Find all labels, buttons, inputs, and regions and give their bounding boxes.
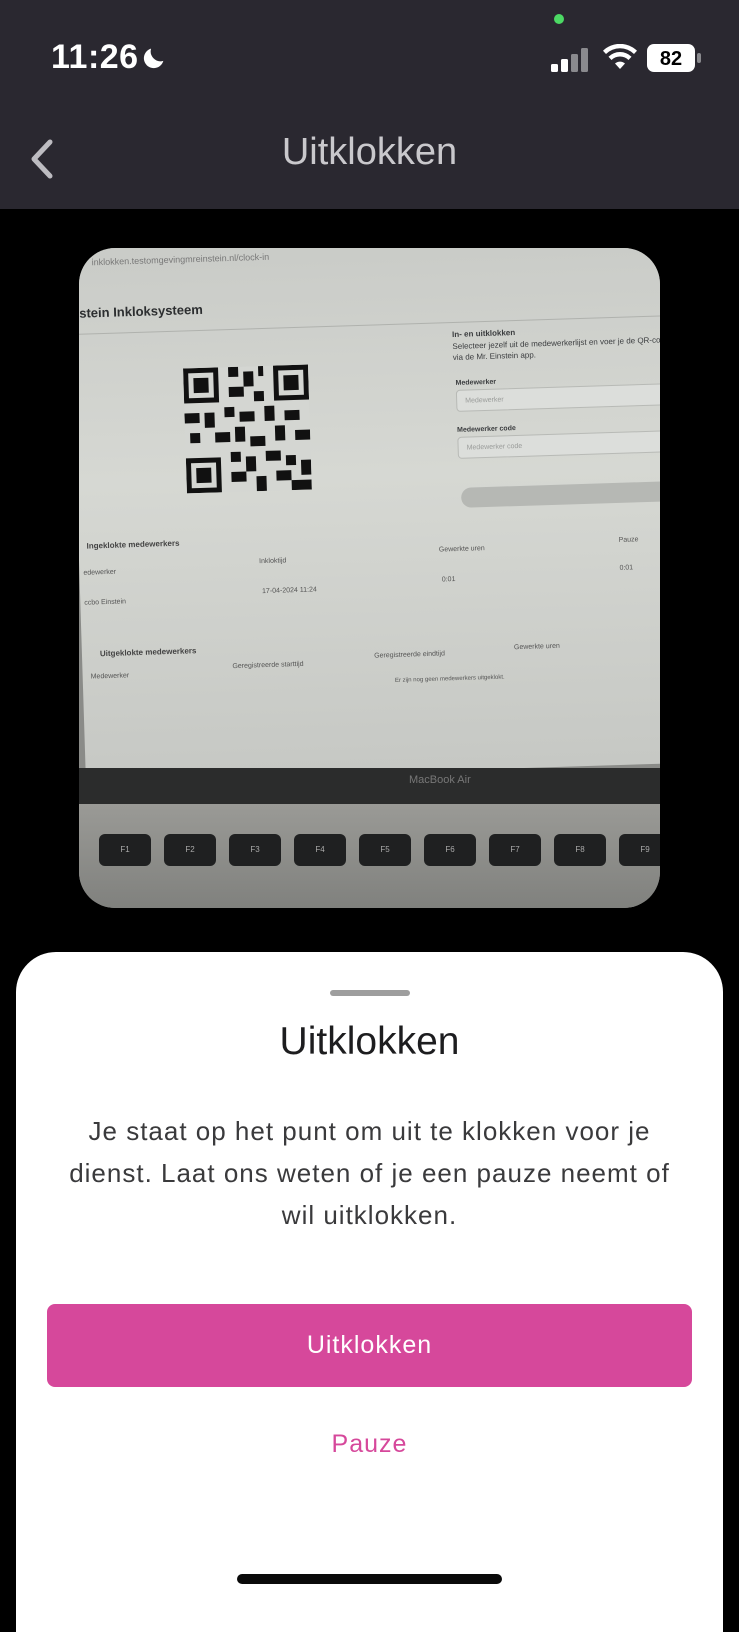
laptop-key: F1 — [99, 834, 151, 866]
laptop-keys: F1 F2 F3 F4 F5 F6 F7 F8 F9 — [79, 834, 660, 874]
camera-col-pause: Pauze — [618, 536, 639, 544]
navigation-bar: Uitklokken — [0, 110, 739, 209]
camera-col-out-worked: Gewerkte uren — [513, 642, 560, 652]
camera-brand-text: stein Inkloksysteem — [79, 301, 203, 321]
camera-row-worked: 0:01 — [441, 576, 456, 584]
battery-icon: 82 — [647, 44, 701, 72]
laptop-key: F3 — [229, 834, 281, 866]
camera-col-employee: edewerker — [83, 568, 117, 577]
camera-screen-content: inklokken.testomgevingmreinstein.nl/cloc… — [79, 248, 660, 782]
laptop-key: F4 — [294, 834, 346, 866]
camera-row-time: 17-04-2024 11:24 — [261, 586, 317, 596]
camera-col-end: Geregistreerde eindtijd — [374, 650, 446, 660]
status-bar: 11:26 82 — [0, 0, 739, 110]
camera-col-start: Geregistreerde starttijd — [232, 660, 304, 671]
sheet-description: Je staat op het punt om uit te klokken v… — [69, 1116, 670, 1230]
laptop-key: F8 — [554, 834, 606, 866]
camera-side-text: Selecteer jezelf uit de medewerkerlijst … — [452, 335, 660, 362]
camera-row-name: ccbo Einstein — [84, 598, 127, 607]
page-title: Uitklokken — [281, 131, 458, 173]
camera-col-out-employee: Medewerker — [90, 672, 130, 681]
moon-icon — [143, 48, 164, 69]
laptop-key: F9 — [619, 834, 660, 866]
camera-submit-button — [460, 481, 660, 508]
laptop-label: MacBook Air — [409, 774, 471, 786]
home-indicator[interactable] — [237, 1574, 502, 1584]
sheet-title: Uitklokken — [279, 1020, 460, 1063]
status-time: 11:26 — [51, 38, 139, 76]
camera-col-worked: Gewerkte uren — [438, 545, 485, 554]
clock-out-button[interactable]: Uitklokken — [47, 1304, 692, 1387]
qr-code-icon — [183, 364, 312, 494]
camera-col-clockin: Inkloktijd — [259, 557, 287, 566]
signal-icon — [551, 48, 588, 72]
camera-row-pause: 0:01 — [619, 564, 634, 572]
camera-viewfinder: inklokken.testomgevingmreinstein.nl/cloc… — [79, 248, 660, 908]
camera-side-title: In- en uitklokken — [451, 328, 516, 340]
sheet-grabber[interactable] — [330, 990, 410, 996]
pause-button[interactable]: Pauze — [16, 1430, 723, 1459]
laptop-key: F6 — [424, 834, 476, 866]
laptop-key: F2 — [164, 834, 216, 866]
bottom-sheet: Uitklokken Je staat op het punt om uit t… — [16, 952, 723, 1632]
battery-level: 82 — [660, 48, 682, 70]
camera-field-employee: Medewerker — [455, 383, 660, 412]
camera-label-code: Medewerker code — [456, 425, 516, 434]
camera-section-out: Uitgeklokte medewerkers — [99, 646, 197, 659]
camera-empty-text: Er zijn nog geen medewerkers uitgeklokt. — [394, 674, 505, 684]
laptop-key: F5 — [359, 834, 411, 866]
camera-section-in: Ingeklokte medewerkers — [86, 538, 180, 551]
camera-label-employee: Medewerker — [455, 378, 497, 387]
privacy-indicator — [554, 14, 564, 24]
camera-field-code: Medewerker code — [457, 430, 660, 459]
laptop-key: F7 — [489, 834, 541, 866]
wifi-icon — [603, 44, 637, 69]
camera-url-text: inklokken.testomgevingmreinstein.nl/cloc… — [91, 251, 270, 268]
laptop-bezel — [79, 768, 660, 804]
